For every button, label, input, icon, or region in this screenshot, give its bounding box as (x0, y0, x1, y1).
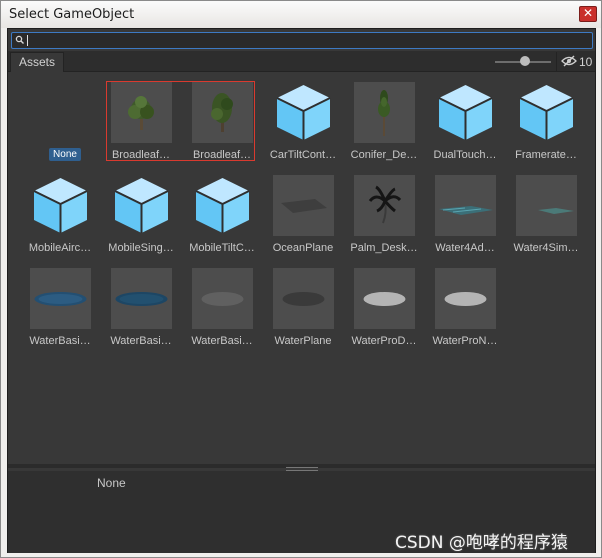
asset-thumbnail (192, 82, 253, 143)
asset-label: Broadleaf… (111, 149, 171, 161)
prefab-cube-icon (111, 175, 172, 236)
asset-thumbnail (273, 268, 334, 329)
asset-item[interactable]: WaterProD… (345, 268, 423, 354)
none-option-label: None (49, 148, 81, 161)
asset-item[interactable]: Broadleaf… (102, 82, 180, 168)
asset-item[interactable]: Framerate… (507, 82, 585, 168)
asset-item[interactable]: MobileAirc… (21, 175, 99, 261)
asset-label: MobileAirc… (28, 242, 92, 254)
asset-label: Conifer_De… (350, 149, 418, 161)
text-caret (27, 35, 28, 46)
asset-label: Framerate… (515, 149, 577, 161)
asset-item[interactable]: CarTiltCont… (264, 82, 342, 168)
asset-label: MobileTiltC… (189, 242, 255, 254)
watermark: CSDN @咆哮的程序猿 (395, 533, 568, 553)
asset-label: MobileSing… (108, 242, 174, 254)
tab-assets[interactable]: Assets (10, 52, 64, 72)
asset-label: WaterBasi… (29, 335, 91, 347)
asset-label: WaterProD… (351, 335, 417, 347)
asset-label: DualTouch… (433, 149, 497, 161)
prefab-cube-icon (192, 175, 253, 236)
prefab-cube-icon (435, 82, 496, 143)
asset-thumbnail (30, 268, 91, 329)
asset-label: Palm_Desk… (350, 242, 418, 254)
asset-item[interactable]: Broadleaf… (183, 82, 261, 168)
tab-bar: Assets 10 (8, 51, 595, 72)
slider-handle[interactable] (520, 56, 531, 66)
close-button[interactable]: ✕ (579, 6, 597, 22)
prefab-cube-icon (30, 175, 91, 236)
preview-label: None (97, 476, 126, 490)
prefab-cube-icon (516, 82, 577, 143)
asset-label: Water4Ad… (435, 242, 495, 254)
asset-thumbnail (435, 175, 496, 236)
eye-slash-icon (561, 55, 577, 67)
asset-thumbnail (111, 268, 172, 329)
title-bar[interactable]: Select GameObject ✕ (1, 1, 601, 28)
asset-thumbnail (354, 175, 415, 236)
asset-item[interactable]: WaterBasi… (21, 268, 99, 354)
asset-label: Water4Sim… (513, 242, 579, 254)
asset-item[interactable]: WaterBasi… (183, 268, 261, 354)
prefab-cube-icon (273, 82, 334, 143)
asset-grid: None Broadleaf… Broadleaf… CarTiltCont… Coni… (8, 73, 595, 463)
hidden-count: 10 (579, 55, 593, 69)
search-field[interactable] (11, 32, 593, 49)
select-gameobject-window: Select GameObject ✕ Assets 10 None Broad… (0, 0, 602, 558)
asset-item[interactable]: MobileSing… (102, 175, 180, 261)
asset-thumbnail (435, 268, 496, 329)
hidden-packages-toggle[interactable]: 10 (556, 52, 595, 71)
asset-label: WaterPlane (274, 335, 332, 347)
asset-item[interactable]: DualTouch… (426, 82, 504, 168)
asset-label: Broadleaf… (192, 149, 252, 161)
object-picker: Assets 10 None Broadleaf… Broadleaf… CarTil… (7, 28, 596, 553)
asset-label: OceanPlane (272, 242, 334, 254)
asset-item[interactable]: WaterBasi… (102, 268, 180, 354)
asset-item[interactable]: MobileTiltC… (183, 175, 261, 261)
asset-item[interactable]: Conifer_De… (345, 82, 423, 168)
asset-thumbnail (273, 175, 334, 236)
search-icon (15, 35, 24, 44)
asset-item[interactable]: WaterPlane (264, 268, 342, 354)
asset-label: WaterProN… (432, 335, 498, 347)
asset-item[interactable]: Water4Ad… (426, 175, 504, 261)
asset-label: WaterBasi… (110, 335, 172, 347)
asset-item[interactable]: OceanPlane (264, 175, 342, 261)
asset-label: WaterBasi… (191, 335, 253, 347)
asset-item[interactable]: Water4Sim… (507, 175, 585, 261)
asset-item[interactable]: None (21, 82, 99, 168)
asset-thumbnail (354, 82, 415, 143)
asset-thumbnail (111, 82, 172, 143)
asset-item[interactable]: Palm_Desk… (345, 175, 423, 261)
asset-label: CarTiltCont… (269, 149, 337, 161)
asset-thumbnail (516, 175, 577, 236)
asset-item[interactable]: WaterProN… (426, 268, 504, 354)
asset-thumbnail (192, 268, 253, 329)
asset-thumbnail (354, 268, 415, 329)
window-title: Select GameObject (9, 7, 135, 22)
